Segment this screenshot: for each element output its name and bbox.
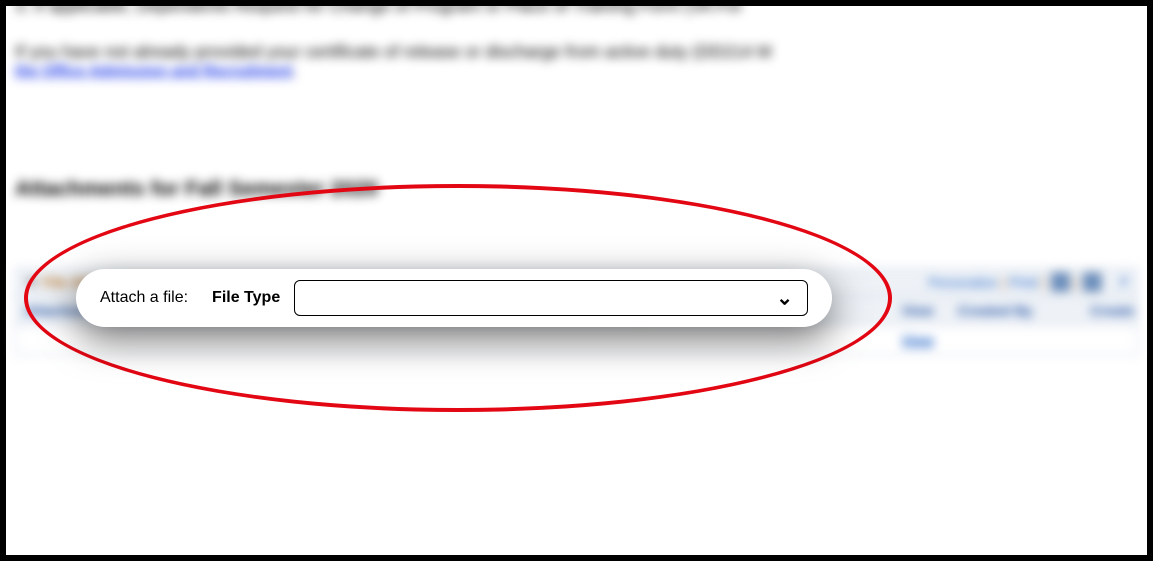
collapse-icon[interactable]: ▼ [24, 274, 38, 290]
col-created[interactable]: Create [1090, 302, 1153, 318]
separator: | [1002, 274, 1006, 290]
find-link[interactable]: Find [1009, 274, 1037, 290]
personalize-link[interactable]: Personalize [928, 274, 997, 289]
chevron-down-icon: ⌄ [776, 286, 793, 311]
cell-created [1090, 332, 1153, 348]
col-view[interactable]: View [901, 302, 957, 318]
intro-item-3: 3. If applicable, Dependents Request for… [15, 0, 1138, 17]
spreadsheet-icon[interactable] [1083, 273, 1101, 291]
dd214-punct: . [292, 63, 296, 80]
dd214-note: If you have not already provided your ce… [15, 42, 1138, 62]
file-type-label: File Type [212, 289, 280, 307]
col-created-by[interactable]: Created By [957, 302, 1090, 318]
admissions-link[interactable]: the Office Admission and Recruitment [15, 63, 292, 80]
separator: | [1074, 274, 1078, 290]
separator: | [1041, 274, 1045, 290]
cell-description [595, 332, 901, 348]
table-row: View [16, 326, 1137, 355]
cell-created-by [957, 332, 1090, 348]
attach-file-label: Attach a file: [100, 289, 188, 307]
view-link[interactable]: View [901, 332, 933, 348]
file-type-select[interactable]: ⌄ [294, 280, 808, 316]
cell-attached-file [24, 332, 595, 348]
first-link[interactable]: F [1120, 274, 1129, 290]
attachments-section-title: Attachments for Fall Semester 2020 [15, 177, 1138, 201]
attach-file-panel: Attach a file: File Type ⌄ [76, 269, 832, 327]
dd214-note-text: If you have not already provided your ce… [15, 42, 772, 61]
refresh-icon[interactable] [1051, 273, 1069, 291]
